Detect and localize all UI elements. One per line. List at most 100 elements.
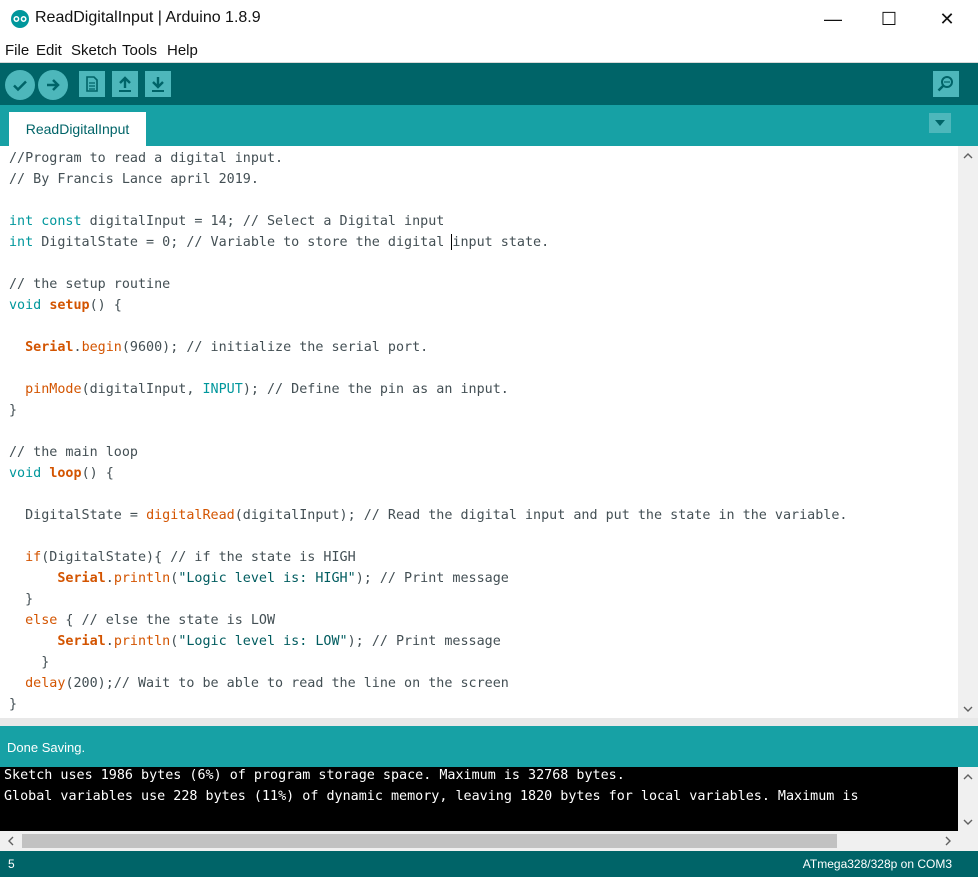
code-token: "Logic level is: LOW": [178, 634, 348, 649]
code-token: // Print message: [371, 634, 501, 649]
code-token: () {: [89, 298, 122, 313]
board-port-label: ATmega328/328p on COM3: [802, 857, 952, 871]
code-token: }: [9, 697, 18, 712]
scroll-down-icon[interactable]: [958, 813, 978, 831]
code-token: // Print message: [379, 571, 509, 586]
tab-readdigitalinput[interactable]: ReadDigitalInput: [9, 112, 146, 146]
code-token: .: [73, 340, 82, 355]
code-token: // the setup routine: [9, 277, 171, 292]
code-line: }: [9, 694, 17, 715]
scroll-up-icon[interactable]: [958, 767, 978, 785]
code-line: Serial.println("Logic level is: HIGH"); …: [9, 568, 509, 589]
window-title: ReadDigitalInput | Arduino 1.8.9: [35, 9, 261, 26]
code-token: else: [25, 613, 58, 628]
code-token: (9600);: [121, 340, 187, 355]
code-token: if: [25, 550, 42, 565]
console-line: Sketch uses 1986 bytes (6%) of program s…: [4, 768, 625, 783]
console-horizontal-scrollbar[interactable]: [0, 831, 958, 851]
code-token: Serial: [25, 340, 74, 355]
code-line: pinMode(digitalInput, INPUT); // Define …: [9, 379, 509, 400]
panel-splitter[interactable]: [0, 718, 978, 726]
scroll-down-icon[interactable]: [958, 700, 978, 718]
upload-button[interactable]: [38, 70, 68, 100]
scroll-thumb[interactable]: [22, 834, 837, 848]
menu-sketch[interactable]: Sketch: [71, 42, 117, 59]
code-line: delay(200);// Wait to be able to read th…: [9, 673, 509, 694]
scroll-right-icon[interactable]: [938, 832, 958, 850]
arduino-logo-icon: [11, 10, 29, 28]
code-token: Serial: [57, 634, 106, 649]
code-line: // By Francis Lance april 2019.: [9, 169, 259, 190]
title-bar: ReadDigitalInput | Arduino 1.8.9 — ☐ ✕: [0, 0, 978, 38]
menu-edit[interactable]: Edit: [36, 42, 62, 59]
code-token: INPUT: [202, 382, 243, 397]
code-token: );: [355, 571, 380, 586]
code-token: pinMode: [25, 382, 82, 397]
footer-bar: 5 ATmega328/328p on COM3: [0, 851, 978, 877]
code-line: }: [9, 400, 17, 421]
code-token: );: [242, 382, 267, 397]
code-token: println: [113, 571, 171, 586]
code-token: (digitalInput,: [81, 382, 203, 397]
editor-scrollbar[interactable]: [958, 146, 978, 718]
code-token: DigitalState =: [9, 508, 147, 523]
tab-menu-button[interactable]: [929, 113, 951, 133]
save-button[interactable]: [145, 71, 171, 97]
code-token: digitalInput = 14;: [81, 214, 243, 229]
scroll-corner: [958, 831, 978, 851]
code-token: // the main loop: [9, 445, 138, 460]
code-token: {: [57, 613, 82, 628]
save-icon: [152, 77, 164, 92]
code-token: );: [347, 634, 372, 649]
menu-file[interactable]: File: [5, 42, 29, 59]
line-number: 5: [8, 857, 15, 871]
tab-bar: ReadDigitalInput: [0, 105, 978, 146]
code-line: //Program to read a digital input.: [9, 148, 283, 169]
upload-icon: [47, 79, 60, 91]
status-bar: Done Saving.: [0, 726, 978, 767]
code-token: begin: [81, 340, 122, 355]
menu-bar: File Edit Sketch Tools Help: [0, 38, 978, 63]
code-token: // Read the digital input and put the st…: [363, 508, 848, 523]
console-line: Global variables use 228 bytes (11%) of …: [4, 789, 859, 804]
serial-monitor-button[interactable]: [933, 71, 959, 97]
maximize-button[interactable]: ☐: [860, 0, 918, 38]
close-button[interactable]: ✕: [918, 0, 976, 38]
code-token: .: [105, 571, 114, 586]
code-line: int const digitalInput = 14; // Select a…: [9, 211, 444, 232]
code-token: (digitalInput);: [234, 508, 364, 523]
code-token: println: [113, 634, 171, 649]
chevron-down-icon: [935, 120, 945, 126]
new-icon: [86, 76, 98, 92]
new-button[interactable]: [79, 71, 105, 97]
serial-monitor-icon: [937, 76, 953, 92]
code-line: // the main loop: [9, 442, 138, 463]
code-token: const: [41, 214, 82, 229]
scroll-up-icon[interactable]: [958, 146, 978, 164]
code-token: // if the state is HIGH: [170, 550, 356, 565]
code-line: Serial.begin(9600); // initialize the se…: [9, 337, 428, 358]
code-token: // initialize the serial port.: [186, 340, 429, 355]
code-token: .: [105, 634, 114, 649]
console-scrollbar[interactable]: [958, 767, 978, 831]
code-token: digitalRead: [146, 508, 235, 523]
code-line: else { // else the state is LOW: [9, 610, 275, 631]
menu-tools[interactable]: Tools: [122, 42, 157, 59]
code-editor[interactable]: //Program to read a digital input. // By …: [0, 146, 958, 718]
scroll-left-icon[interactable]: [0, 832, 20, 850]
code-token: DigitalState = 0;: [33, 235, 187, 250]
code-token: setup: [49, 298, 90, 313]
code-token: }: [9, 403, 18, 418]
code-token: (200);: [65, 676, 114, 691]
code-token: void: [9, 298, 42, 313]
verify-button[interactable]: [5, 70, 35, 100]
menu-help[interactable]: Help: [167, 42, 198, 59]
open-button[interactable]: [112, 71, 138, 97]
minimize-button[interactable]: —: [804, 0, 862, 38]
code-token: () {: [81, 466, 114, 481]
code-token: }: [9, 655, 50, 670]
code-line: void loop() {: [9, 463, 114, 484]
